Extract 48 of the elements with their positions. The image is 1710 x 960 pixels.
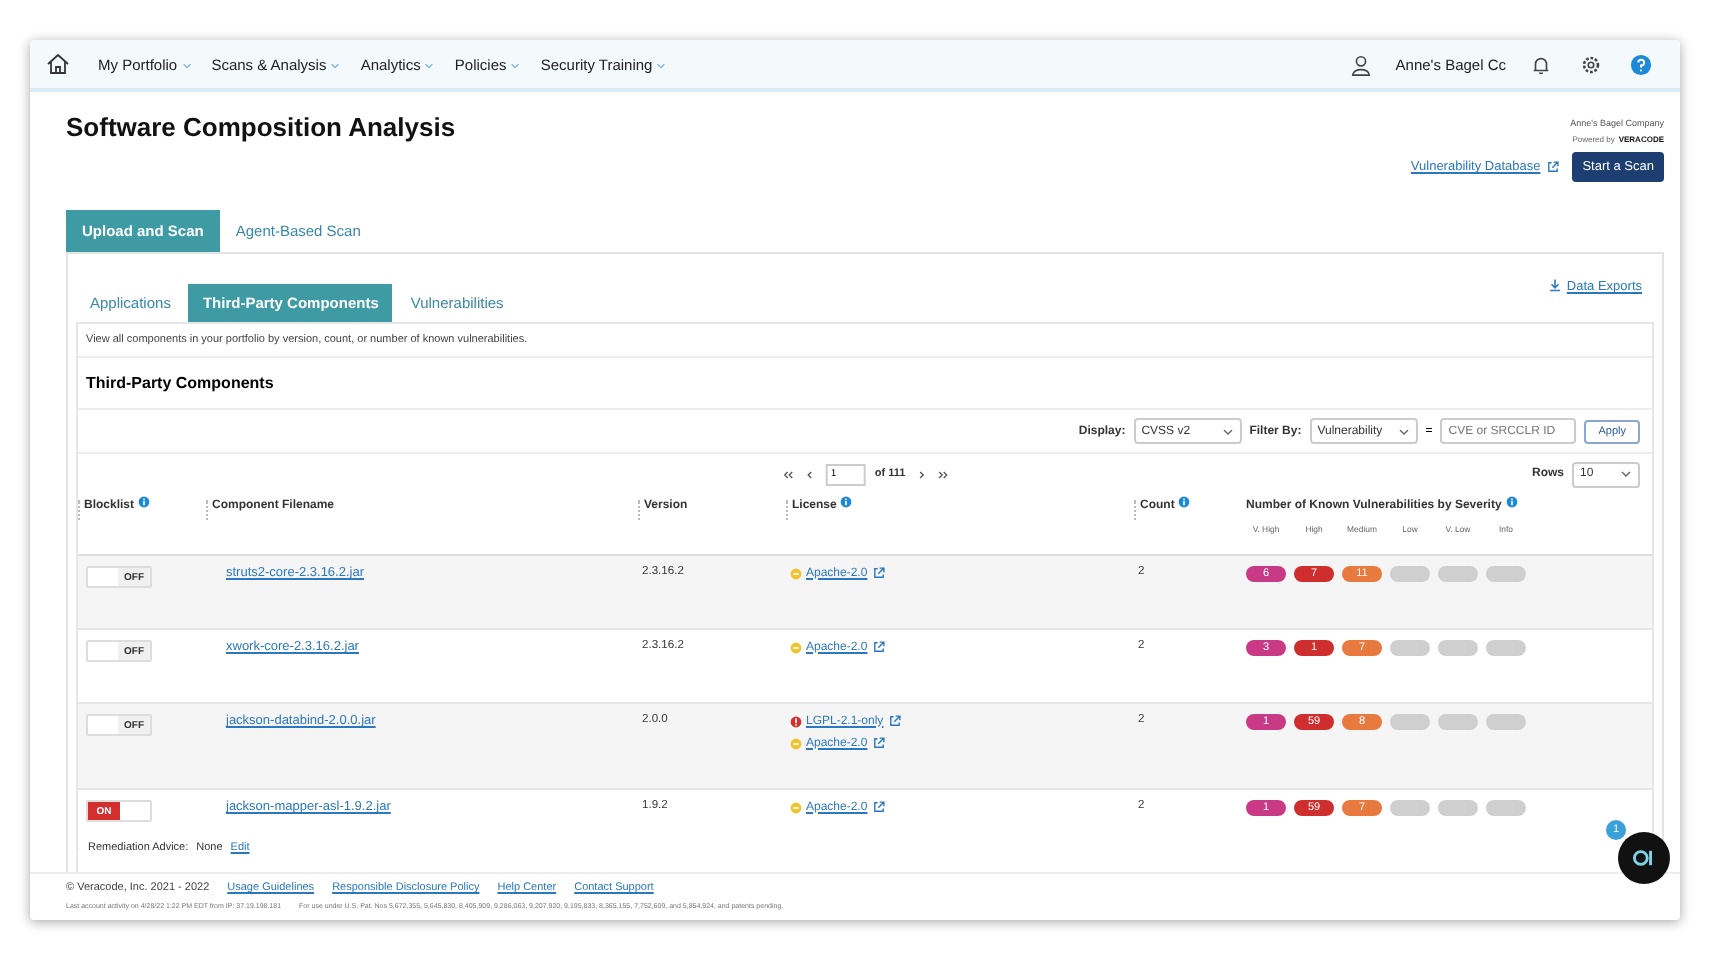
external-link-icon [1546, 160, 1561, 174]
caret-icon [181, 61, 192, 69]
empty-severity-pill [1390, 714, 1430, 730]
warning-icon [790, 715, 802, 727]
help-icon[interactable] [1630, 53, 1652, 75]
home-icon[interactable] [46, 52, 70, 76]
caret-icon [1397, 427, 1410, 435]
external-link-icon [871, 800, 886, 814]
risk-dot-icon [790, 801, 802, 813]
external-link-icon [871, 640, 886, 654]
empty-severity-pill [1438, 800, 1478, 816]
empty-severity-pill [1390, 800, 1430, 816]
previous-page-icon[interactable] [802, 469, 815, 479]
empty-severity-pill [1486, 566, 1526, 582]
external-link-icon [887, 714, 902, 728]
empty-severity-pill [1438, 714, 1478, 730]
caret-icon [330, 61, 341, 69]
info-icon [138, 496, 151, 508]
next-page-icon[interactable] [915, 469, 928, 479]
user-icon [1349, 53, 1372, 75]
external-link-icon [871, 736, 886, 750]
empty-severity-pill [1438, 566, 1478, 582]
last-page-icon[interactable] [937, 469, 950, 479]
caret-icon [424, 61, 435, 69]
info-icon [1505, 496, 1518, 508]
caret-icon [1620, 470, 1632, 478]
empty-severity-pill [1390, 566, 1430, 582]
settings-icon[interactable] [1580, 53, 1602, 75]
empty-severity-pill [1486, 714, 1526, 730]
caret-icon [656, 61, 667, 69]
bell-icon[interactable] [1530, 53, 1552, 75]
info-icon [840, 496, 853, 508]
empty-severity-pill [1486, 800, 1526, 816]
info-icon [1178, 496, 1191, 508]
chat-widget-button[interactable] [1618, 832, 1670, 884]
risk-dot-icon [790, 567, 802, 579]
risk-dot-icon [790, 641, 802, 653]
caret-icon [510, 61, 521, 69]
caret-icon [1221, 427, 1234, 435]
section-title: Third-Party Components [78, 358, 1652, 410]
page-title: Software Composition Analysis [66, 112, 456, 144]
empty-severity-pill [1438, 640, 1478, 656]
external-link-icon [871, 566, 886, 580]
download-icon [1548, 278, 1563, 292]
empty-severity-pill [1486, 640, 1526, 656]
first-page-icon[interactable] [780, 469, 793, 479]
risk-dot-icon [790, 737, 802, 749]
empty-severity-pill [1390, 640, 1430, 656]
